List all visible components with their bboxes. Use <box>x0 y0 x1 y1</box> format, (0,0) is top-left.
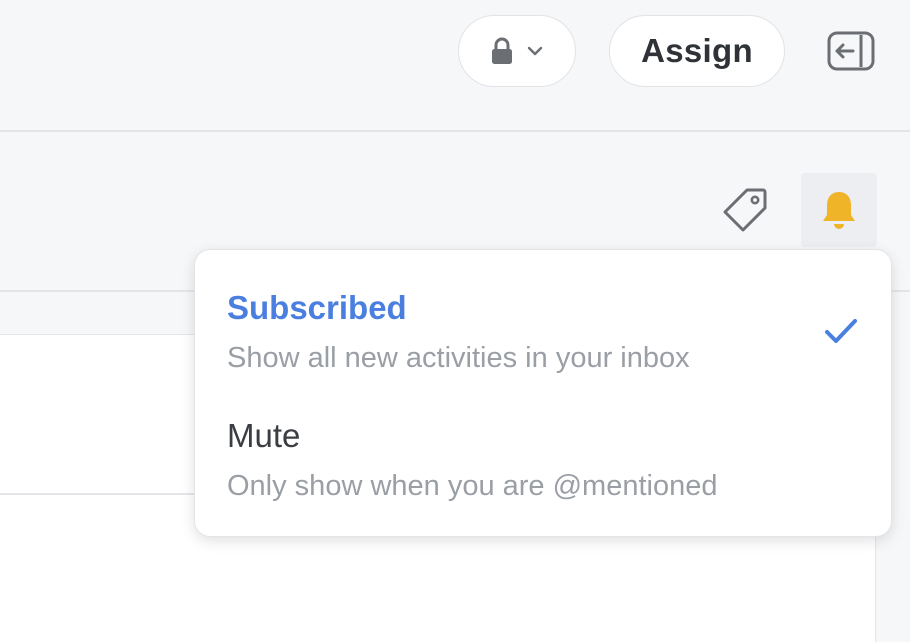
option-description: Only show when you are @mentioned <box>227 470 718 502</box>
check-icon <box>825 319 857 343</box>
lock-icon <box>492 37 512 64</box>
top-toolbar: Assign <box>0 0 910 132</box>
panel-collapse-icon <box>827 31 875 71</box>
assign-button[interactable]: Assign <box>609 15 785 87</box>
tag-icon <box>723 188 767 232</box>
option-title: Mute <box>227 417 301 454</box>
notification-menu: Subscribed Show all new activities in yo… <box>194 249 892 537</box>
bell-icon <box>823 192 855 229</box>
mute-option[interactable]: Mute Only show when you are @mentioned <box>195 406 891 516</box>
option-description: Show all new activities in your inbox <box>227 342 690 374</box>
panel-toggle-button[interactable] <box>824 28 878 74</box>
label-button[interactable] <box>716 178 776 240</box>
option-title: Subscribed <box>227 289 407 326</box>
chevron-down-icon <box>527 46 543 56</box>
subscribed-option[interactable]: Subscribed Show all new activities in yo… <box>195 278 891 388</box>
visibility-button[interactable] <box>458 15 576 87</box>
notification-button[interactable] <box>801 173 877 247</box>
